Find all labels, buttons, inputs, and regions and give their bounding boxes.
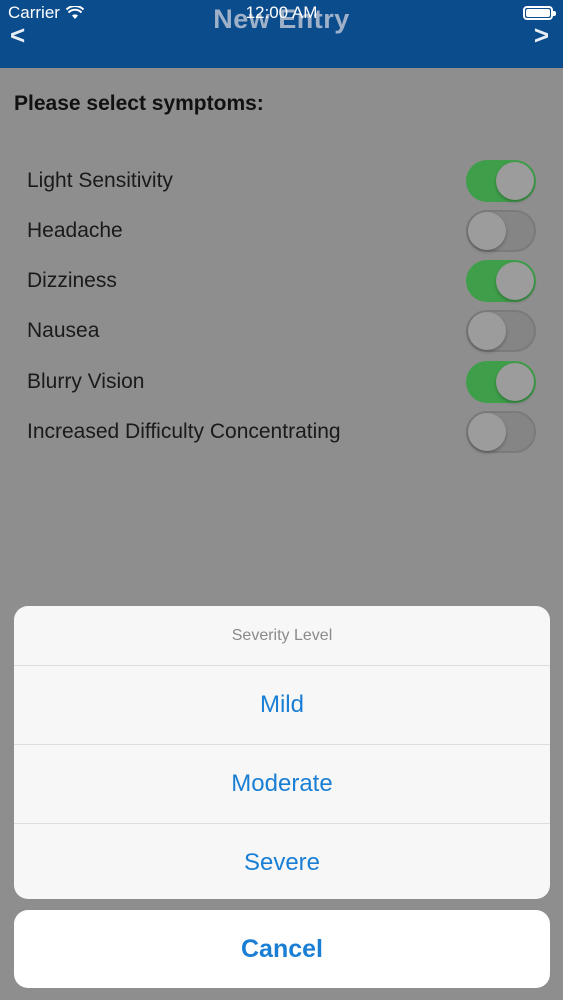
symptom-row: Increased Difficulty Concentrating (0, 407, 563, 457)
symptom-label: Nausea (27, 319, 100, 342)
dizziness-toggle[interactable] (466, 260, 536, 302)
severity-action-sheet: Severity Level Mild Moderate Severe (14, 606, 550, 899)
navigation-bar: Carrier New Entry 12:00 AM < > (0, 0, 563, 68)
cancel-button[interactable]: Cancel (14, 910, 550, 988)
symptom-row: Nausea (0, 306, 563, 356)
light-sensitivity-toggle[interactable] (466, 160, 536, 202)
blurry-vision-toggle[interactable] (466, 361, 536, 403)
severity-option-mild[interactable]: Mild (14, 666, 550, 745)
symptom-label: Dizziness (27, 269, 117, 292)
severity-option-moderate[interactable]: Moderate (14, 745, 550, 824)
back-button[interactable]: < (10, 20, 25, 51)
action-sheet-title: Severity Level (14, 606, 550, 666)
severity-option-severe[interactable]: Severe (14, 824, 550, 899)
symptom-row: Headache (0, 206, 563, 256)
symptom-label: Headache (27, 219, 123, 242)
symptom-label: Blurry Vision (27, 370, 145, 393)
status-time: 12:00 AM (245, 3, 318, 22)
difficulty-concentrating-toggle[interactable] (466, 411, 536, 453)
symptom-row: Blurry Vision (0, 357, 563, 407)
nausea-toggle[interactable] (466, 310, 536, 352)
battery-icon (523, 6, 556, 20)
symptoms-prompt: Please select symptoms: (14, 92, 264, 115)
headache-toggle[interactable] (466, 210, 536, 252)
forward-button[interactable]: > (534, 20, 549, 51)
symptom-row: Light Sensitivity (0, 156, 563, 206)
symptom-label: Light Sensitivity (27, 169, 173, 192)
symptom-label: Increased Difficulty Concentrating (27, 420, 341, 443)
symptom-row: Dizziness (0, 256, 563, 306)
